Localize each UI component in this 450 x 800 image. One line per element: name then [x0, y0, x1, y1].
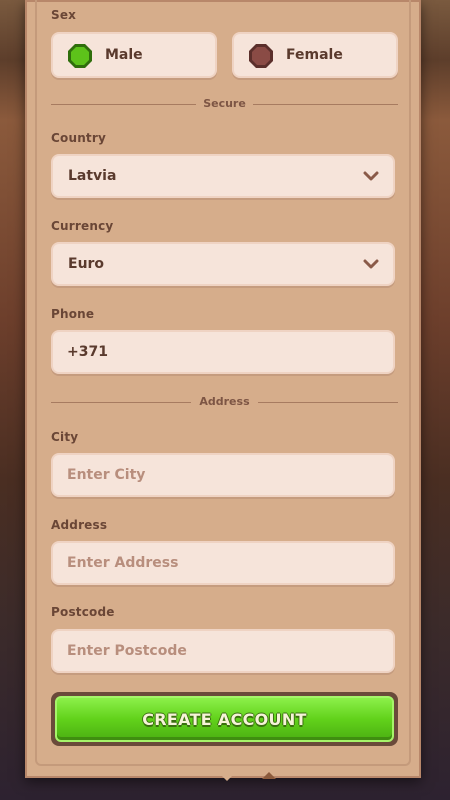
radio-selected-icon — [68, 44, 92, 68]
city-input[interactable] — [67, 455, 377, 495]
currency-select[interactable]: Euro — [51, 242, 395, 286]
postcode-label: Postcode — [51, 605, 115, 619]
section-divider-secure: Secure — [51, 97, 398, 111]
city-label: City — [51, 430, 79, 444]
currency-label: Currency — [51, 219, 114, 233]
section-divider-address: Address — [51, 395, 398, 409]
sex-option-label: Female — [286, 47, 343, 63]
sex-option-male[interactable]: Male — [51, 32, 217, 78]
sex-label: Sex — [51, 8, 77, 22]
create-account-button-face: CREATE ACCOUNT — [55, 696, 394, 742]
city-field[interactable] — [51, 453, 395, 497]
sex-option-female[interactable]: Female — [232, 32, 398, 78]
country-select[interactable]: Latvia — [51, 154, 395, 198]
section-title: Secure — [203, 97, 246, 110]
address-field[interactable] — [51, 541, 395, 585]
create-account-label: CREATE ACCOUNT — [142, 709, 307, 729]
country-value: Latvia — [68, 168, 117, 184]
panel-pointer — [219, 773, 235, 781]
phone-label: Phone — [51, 307, 95, 321]
postcode-input[interactable] — [67, 631, 377, 671]
address-label: Address — [51, 518, 108, 532]
address-input[interactable] — [67, 543, 377, 583]
chevron-down-icon — [363, 171, 379, 181]
country-label: Country — [51, 131, 107, 145]
scroll-indicator-icon — [262, 772, 276, 779]
radio-unselected-icon — [249, 44, 273, 68]
sex-option-label: Male — [105, 47, 143, 63]
create-account-button[interactable]: CREATE ACCOUNT — [51, 692, 398, 746]
phone-input[interactable] — [67, 332, 377, 372]
chevron-down-icon — [363, 259, 379, 269]
phone-field[interactable] — [51, 330, 395, 374]
postcode-field[interactable] — [51, 629, 395, 673]
currency-value: Euro — [68, 256, 105, 272]
section-title: Address — [199, 395, 250, 408]
